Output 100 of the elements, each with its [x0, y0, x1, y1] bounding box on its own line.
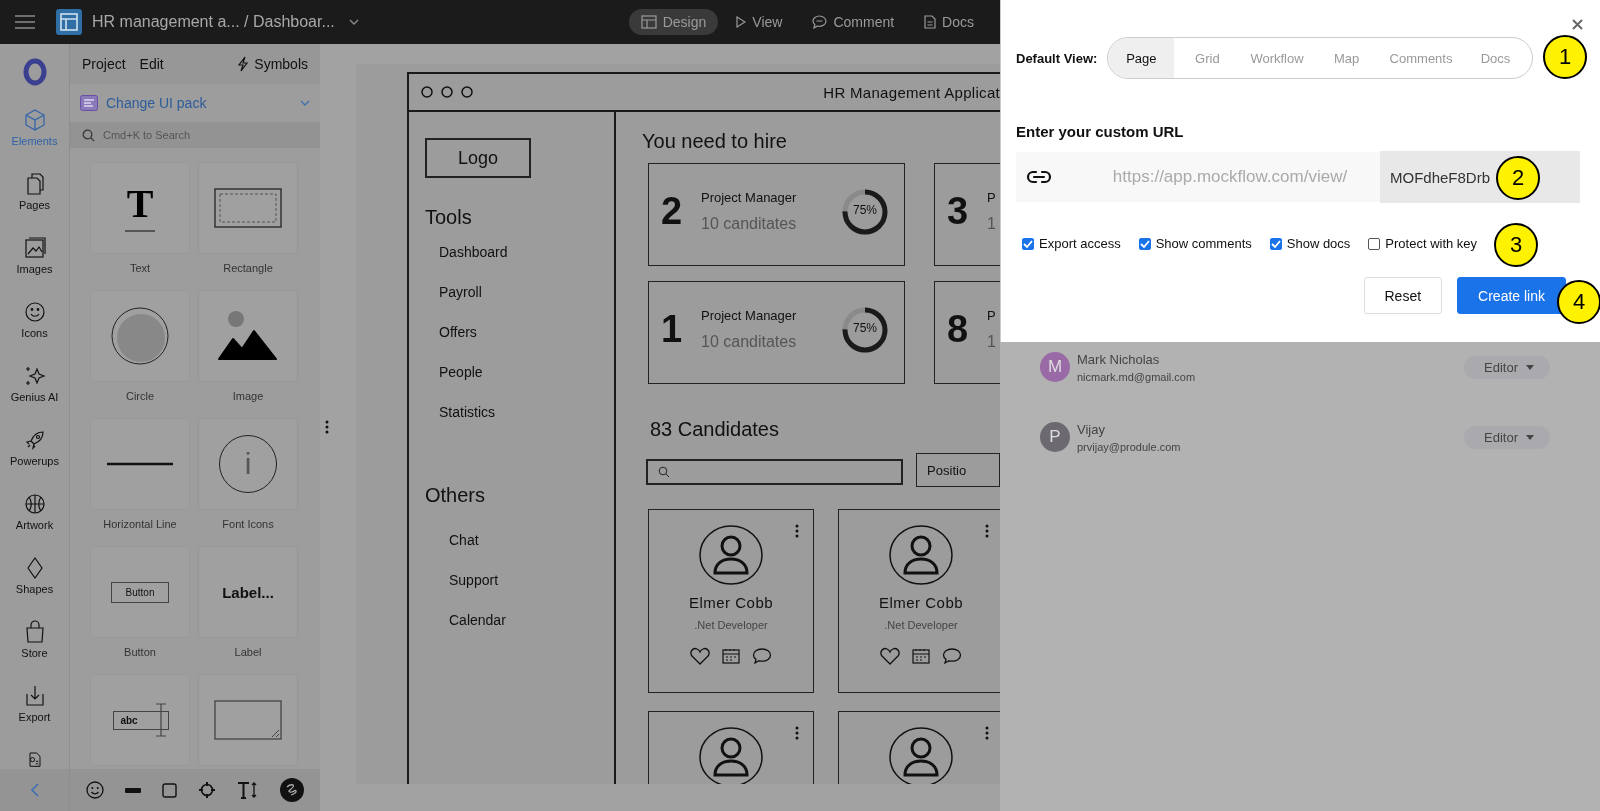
- candidate-role: .Net Developer: [694, 619, 768, 631]
- option-label[interactable]: Protect with key: [1385, 236, 1478, 251]
- search-field[interactable]: Cmd+K to Search: [70, 122, 320, 148]
- more-icon[interactable]: [985, 524, 989, 538]
- project-title[interactable]: HR management a... / Dashboar...: [92, 13, 335, 31]
- rail-item[interactable]: Shapes: [0, 556, 69, 620]
- option-label[interactable]: Show docs: [1286, 236, 1351, 251]
- nav-item[interactable]: Calendar: [425, 608, 614, 648]
- rail-item[interactable]: Export: [0, 684, 69, 748]
- text-size-icon[interactable]: [236, 781, 259, 799]
- element-tile[interactable]: [90, 418, 190, 510]
- window-title: HR Management Applicat: [823, 83, 1000, 101]
- textarea-icon: [214, 700, 282, 740]
- chevron-down-icon: [300, 100, 310, 106]
- element-tile[interactable]: T: [90, 162, 190, 254]
- dialog-button[interactable]: Create link: [1457, 277, 1566, 314]
- nav-item[interactable]: Support: [425, 568, 614, 608]
- rail-item[interactable]: Powerups: [0, 428, 69, 492]
- scribble-icon[interactable]: [279, 778, 304, 802]
- menu-item[interactable]: Edit: [139, 56, 164, 72]
- element-tile[interactable]: [90, 290, 190, 382]
- search-field[interactable]: [646, 459, 904, 485]
- more-icon[interactable]: [795, 726, 799, 740]
- hire-count: 2: [661, 190, 684, 233]
- chat-icon[interactable]: [752, 647, 772, 665]
- calendar-icon[interactable]: [722, 648, 740, 664]
- role-title: P: [987, 308, 997, 323]
- element-label: Horizontal Line: [103, 518, 177, 530]
- user-avatar: P: [1040, 422, 1070, 452]
- option-label[interactable]: Show comments: [1155, 236, 1252, 251]
- nav-item[interactable]: Payroll: [425, 280, 614, 320]
- nav-item[interactable]: People: [425, 360, 614, 400]
- candidate-count: 1: [987, 333, 997, 351]
- ball-icon: [22, 492, 47, 516]
- nav-item[interactable]: Statistics: [425, 400, 614, 440]
- element-tile[interactable]: Button: [90, 546, 190, 638]
- checkbox[interactable]: [1269, 237, 1282, 250]
- heart-icon[interactable]: [880, 647, 900, 665]
- hire-count: 1: [661, 308, 684, 351]
- element-label: Label: [234, 646, 262, 658]
- rail-item[interactable]: Genius AI: [0, 364, 69, 428]
- default-view-label: Default View:: [1016, 50, 1098, 66]
- user-email: prvijay@produle.com: [1077, 440, 1181, 453]
- mode-tab[interactable]: View: [724, 9, 795, 35]
- rail-item[interactable]: Store: [0, 620, 69, 684]
- role-dropdown[interactable]: Editor: [1464, 425, 1550, 449]
- square-icon[interactable]: [162, 782, 178, 798]
- chat-icon[interactable]: [942, 647, 962, 665]
- circle-icon: [110, 306, 170, 366]
- rail-item[interactable]: Images: [0, 236, 69, 300]
- element-tile[interactable]: [198, 162, 298, 254]
- more-icon[interactable]: [985, 726, 989, 740]
- avatar-icon: [888, 524, 954, 586]
- user-email: nicmark.md@gmail.com: [1077, 370, 1196, 383]
- line-icon: [106, 462, 174, 466]
- checkbox[interactable]: [1022, 237, 1034, 250]
- checkbox[interactable]: [1368, 237, 1381, 250]
- mode-tab[interactable]: Design: [628, 9, 719, 35]
- logo-icon[interactable]: [22, 58, 47, 86]
- rail-item[interactable]: Artwork: [0, 492, 69, 556]
- text-sample: T: [126, 184, 154, 225]
- element-tile[interactable]: [198, 674, 298, 766]
- rail-item[interactable]: Pages: [0, 172, 69, 236]
- more-icon[interactable]: [325, 420, 329, 434]
- dialog-button[interactable]: Reset: [1363, 277, 1443, 314]
- emoji-icon[interactable]: [86, 781, 105, 799]
- candidate-role: .Net Developer: [884, 619, 958, 631]
- element-tile[interactable]: Label...: [198, 546, 298, 638]
- rectangle-icon: [214, 188, 282, 228]
- input-sample: abc: [113, 710, 169, 730]
- pen-tool-icon[interactable]: [197, 781, 216, 799]
- role-title: Project Manager: [701, 190, 798, 205]
- close-icon[interactable]: [1572, 19, 1583, 30]
- avatar-icon: [698, 726, 764, 784]
- menu-item[interactable]: Project: [82, 56, 126, 72]
- element-tile[interactable]: abc: [90, 674, 190, 766]
- heart-icon[interactable]: [690, 647, 710, 665]
- role-title: P: [987, 190, 997, 205]
- role-dropdown[interactable]: Editor: [1464, 355, 1550, 379]
- chevron-down-icon[interactable]: [348, 19, 359, 25]
- filter-button[interactable]: Positio: [916, 453, 1000, 487]
- calendar-icon[interactable]: [912, 648, 930, 664]
- avatar-icon: [698, 524, 764, 586]
- rail-item[interactable]: Icons: [0, 300, 69, 364]
- nav-item[interactable]: Offers: [425, 320, 614, 360]
- option-label[interactable]: Export access: [1039, 236, 1121, 251]
- mode-tab[interactable]: Comment: [800, 9, 907, 35]
- mode-tab[interactable]: Docs: [912, 9, 986, 35]
- percent-label: 75%: [852, 320, 878, 335]
- nav-item[interactable]: Dashboard: [425, 240, 614, 280]
- cube-icon: [22, 108, 47, 132]
- checkbox[interactable]: [1138, 237, 1151, 250]
- nav-item[interactable]: Chat: [425, 528, 614, 568]
- app-icon[interactable]: [56, 9, 82, 35]
- lightning-icon: [237, 56, 250, 72]
- symbols-button[interactable]: Symbols: [237, 56, 308, 72]
- menu-icon[interactable]: [14, 14, 36, 30]
- element-tile[interactable]: [198, 290, 298, 382]
- more-icon[interactable]: [795, 524, 799, 538]
- default-view-option[interactable]: Page: [1108, 38, 1175, 78]
